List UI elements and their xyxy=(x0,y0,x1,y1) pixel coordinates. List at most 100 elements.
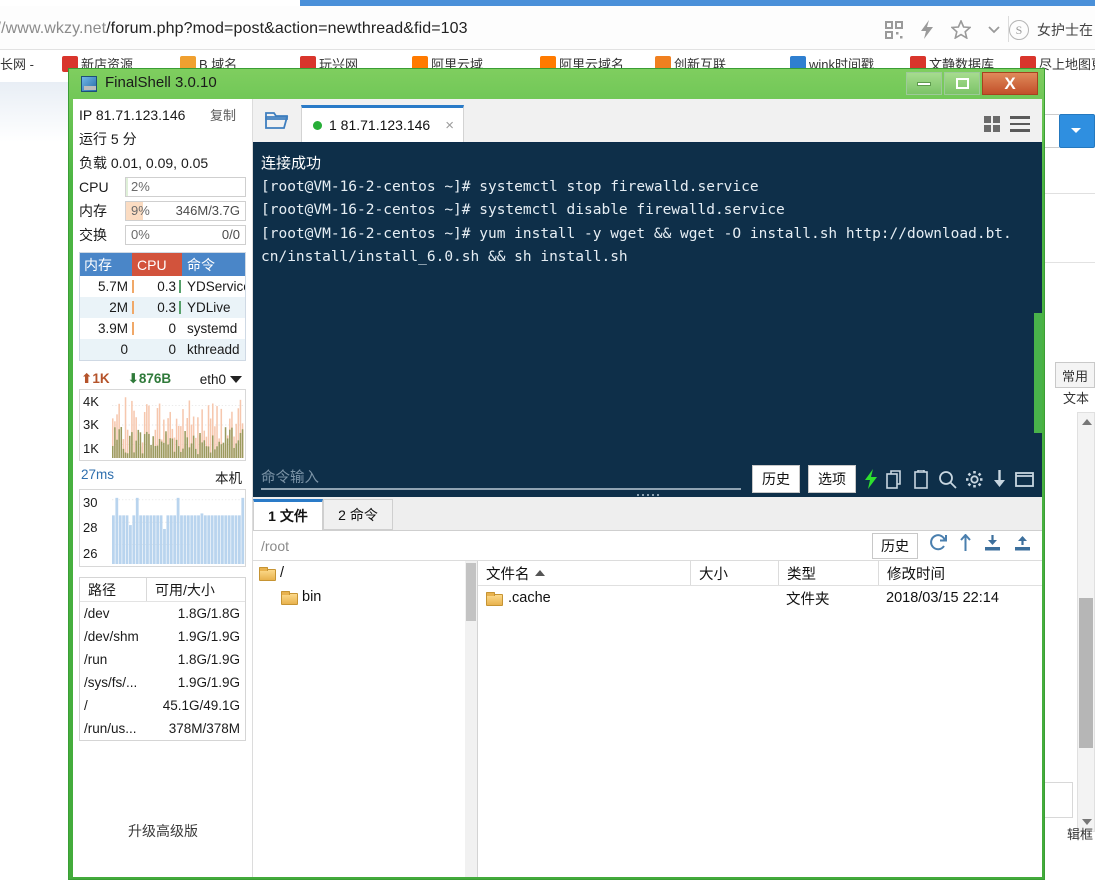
col-available[interactable]: 可用/大小 xyxy=(146,578,245,601)
interface-label: eth0 xyxy=(200,372,226,387)
star-icon[interactable] xyxy=(951,20,971,39)
minimize-icon xyxy=(917,82,931,86)
bottom-tab[interactable]: 2 命令 xyxy=(323,499,393,530)
disk-row[interactable]: /run1.8G/1.9G xyxy=(80,648,245,671)
close-icon[interactable]: × xyxy=(445,117,454,134)
download-file-icon[interactable] xyxy=(983,534,1002,557)
paste-icon[interactable] xyxy=(912,470,930,489)
col-path[interactable]: 路径 xyxy=(80,580,146,600)
terminal-scrollbar[interactable] xyxy=(1034,143,1042,459)
page-dropdown-button[interactable] xyxy=(1059,114,1095,148)
lightning-icon[interactable] xyxy=(920,20,934,39)
process-row[interactable]: 3.9M0systemd xyxy=(80,318,245,339)
tree-item[interactable]: bin xyxy=(253,585,477,609)
terminal-output[interactable]: 连接成功 [root@VM-16-2-centos ~]# systemctl … xyxy=(253,143,1042,459)
disk-row[interactable]: /45.1G/49.1G xyxy=(80,694,245,717)
ip-label: IP 81.71.123.146 xyxy=(79,107,185,123)
file-list-header: 文件名 大小 类型 修改时间 xyxy=(478,561,1042,586)
terminal-command-lines: [root@VM-16-2-centos ~]# systemctl stop … xyxy=(261,176,1042,270)
file-rows: .cache文件夹2018/03/15 22:14 xyxy=(478,586,1042,610)
menu-icon[interactable] xyxy=(1010,116,1030,132)
meter-percent: 0% xyxy=(126,227,150,242)
process-row[interactable]: 00kthreadd xyxy=(80,339,245,360)
browser-url-bar[interactable]: ://www.wkzy.net/forum.php?mod=post&actio… xyxy=(0,6,1095,50)
minimize-button[interactable] xyxy=(906,72,942,95)
gear-icon[interactable] xyxy=(965,470,984,489)
history-button[interactable]: 历史 xyxy=(872,533,918,559)
refresh-icon[interactable] xyxy=(929,534,948,557)
uptime-row: 运行 5 分 xyxy=(79,129,246,148)
browser-account[interactable]: S 女护士在 xyxy=(1009,20,1093,40)
scrollbar-thumb[interactable] xyxy=(1034,313,1042,433)
grid-view-icon[interactable] xyxy=(984,116,1000,132)
meter-bar: 0%0/0 xyxy=(125,225,246,245)
process-command: systemd xyxy=(183,321,245,336)
col-type[interactable]: 类型 xyxy=(778,561,878,585)
terminal-tab[interactable]: 1 81.71.123.146 × xyxy=(301,105,464,142)
disk-table: 路径 可用/大小 /dev1.8G/1.8G/dev/shm1.9G/1.9G/… xyxy=(79,577,246,741)
maximize-icon xyxy=(956,78,969,89)
tree-scrollbar[interactable] xyxy=(465,561,477,877)
meter-交换: 交换 0%0/0 xyxy=(79,225,246,244)
copy-button[interactable]: 复制 xyxy=(210,105,246,124)
disk-row[interactable]: /sys/fs/...1.9G/1.9G xyxy=(80,671,245,694)
disk-row[interactable]: /dev/shm1.9G/1.9G xyxy=(80,625,245,648)
options-button[interactable]: 选项 xyxy=(808,465,856,493)
lightning-icon[interactable] xyxy=(864,469,878,489)
col-memory[interactable]: 内存 xyxy=(80,253,132,276)
copy-icon[interactable] xyxy=(886,470,904,489)
command-input-bar: 命令输入 历史 选项 xyxy=(253,459,1042,497)
meter-label: 交换 xyxy=(79,225,119,245)
folder-icon xyxy=(281,591,296,603)
window-icon[interactable] xyxy=(1015,471,1034,488)
history-button[interactable]: 历史 xyxy=(752,465,800,493)
bottom-tab[interactable]: 1 文件 xyxy=(253,499,323,530)
disk-path: /sys/fs/... xyxy=(80,675,150,690)
finalshell-window: FinalShell 3.0.10 X IP 81.71.123.146 复制 … xyxy=(68,68,1045,880)
disk-row[interactable]: /run/us...378M/378M xyxy=(80,717,245,740)
scrollbar-thumb[interactable] xyxy=(1079,598,1093,748)
download-value: 876B xyxy=(139,371,171,386)
file-row[interactable]: .cache文件夹2018/03/15 22:14 xyxy=(478,586,1042,610)
process-row[interactable]: 2M0.3YDLive xyxy=(80,297,245,318)
col-command[interactable]: 命令 xyxy=(182,253,245,276)
col-cpu[interactable]: CPU xyxy=(132,253,182,276)
close-button[interactable]: X xyxy=(982,72,1038,95)
open-folder-button[interactable] xyxy=(253,98,301,142)
page-scrollbar[interactable] xyxy=(1077,412,1095,832)
col-filename[interactable]: 文件名 xyxy=(478,561,690,585)
path-input[interactable]: /root xyxy=(253,538,289,554)
latency-value: 27ms xyxy=(81,467,114,487)
page-edit-label: 辑框 xyxy=(1067,824,1093,843)
terminal-line: [root@VM-16-2-centos ~]# yum install -y … xyxy=(261,223,1042,247)
col-size[interactable]: 大小 xyxy=(690,561,778,585)
col-mtime[interactable]: 修改时间 xyxy=(878,561,1042,585)
maximize-button[interactable] xyxy=(944,72,980,95)
terminal-line: [root@VM-16-2-centos ~]# systemctl stop … xyxy=(261,176,1042,200)
bookmark-item[interactable]: 长网 - xyxy=(0,54,34,73)
account-label: 女护士在 xyxy=(1037,20,1093,40)
resize-grip[interactable] xyxy=(637,494,659,496)
download-icon[interactable] xyxy=(992,470,1007,489)
upload-arrow-icon[interactable] xyxy=(959,534,972,557)
upload-file-icon[interactable] xyxy=(1013,534,1032,557)
meter-bar: 2% xyxy=(125,177,246,197)
window-titlebar[interactable]: FinalShell 3.0.10 X xyxy=(69,69,1044,99)
search-icon[interactable] xyxy=(938,470,957,489)
command-input[interactable]: 命令输入 xyxy=(261,466,741,490)
latency-tick-label: 30 xyxy=(83,495,109,510)
disk-row[interactable]: /dev1.8G/1.8G xyxy=(80,602,245,625)
page-tag-common[interactable]: 常用 xyxy=(1055,362,1095,388)
scroll-up-icon[interactable] xyxy=(1082,419,1092,425)
connect-message: 连接成功 xyxy=(261,152,1042,176)
tree-item[interactable]: / xyxy=(253,561,477,585)
process-row[interactable]: 5.7M0.3YDService xyxy=(80,276,245,297)
scrollbar-thumb[interactable] xyxy=(466,563,476,621)
main-area: 1 81.71.123.146 × 连接成功 [root@VM-16-2-cen… xyxy=(253,99,1042,877)
interface-selector[interactable]: eth0 xyxy=(200,372,246,387)
tree-item-label: / xyxy=(280,565,284,581)
net-tick-label: 3K xyxy=(83,417,109,432)
qr-code-icon[interactable] xyxy=(885,21,903,39)
chevron-down-icon[interactable] xyxy=(988,26,1000,34)
upgrade-link[interactable]: 升级高级版 xyxy=(73,821,253,841)
